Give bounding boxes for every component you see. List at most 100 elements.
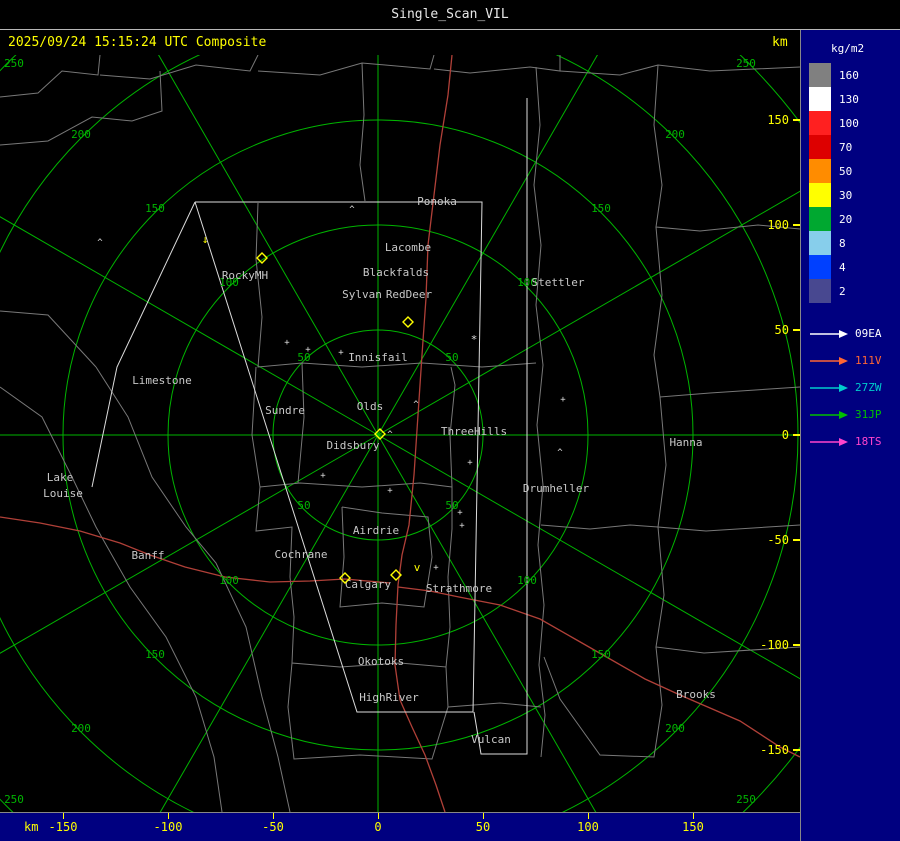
city-label: Louise bbox=[43, 487, 83, 500]
horizontal-axis-label: 0 bbox=[374, 820, 382, 834]
town-caret-marker: ^ bbox=[557, 448, 563, 458]
legend-swatch bbox=[809, 135, 831, 159]
city-label: Airdrie bbox=[353, 524, 399, 537]
legend-unit-label: kg/m2 bbox=[831, 42, 865, 55]
legend-panel: kg/m2 160 130 100 70 50 30 20 8 4 2 09EA 111V 27ZW 3… bbox=[800, 30, 900, 841]
ring-distance-label: 50 bbox=[445, 351, 458, 364]
town-plus-marker: + bbox=[387, 486, 393, 496]
radar-site-entry[interactable]: 18TS bbox=[809, 428, 882, 455]
vertical-axis-label: 150 bbox=[767, 113, 789, 127]
city-label: Sylvan bbox=[342, 288, 382, 301]
town-caret-marker: ^ bbox=[387, 430, 393, 440]
horizontal-axis: km -150 -100 -50 0 50 100 150 bbox=[0, 812, 800, 841]
legend-entry: 160 bbox=[809, 63, 859, 87]
radar-site-entry[interactable]: 31JP bbox=[809, 401, 882, 428]
town-caret-marker: ^ bbox=[413, 400, 419, 410]
radar-site-entry[interactable]: 09EA bbox=[809, 320, 882, 347]
radar-site-arrow-icon bbox=[810, 329, 848, 338]
vertical-axis-label: 50 bbox=[775, 323, 789, 337]
ring-distance-label: 100 bbox=[219, 574, 239, 587]
radar-site-id-label: 111V bbox=[855, 354, 882, 367]
highway-line bbox=[0, 516, 391, 584]
radar-site-marker bbox=[402, 316, 414, 328]
ring-distance-label: 200 bbox=[665, 722, 685, 735]
radar-site-arrow-icon bbox=[810, 437, 848, 446]
radar-map[interactable]: 50 100 150 200 250 50 100 150 200 250 50 100 150 200 2… bbox=[0, 55, 800, 812]
scan-area-outline bbox=[91, 201, 196, 488]
city-label: Ponoka bbox=[417, 195, 457, 208]
horizontal-axis-label: -50 bbox=[262, 820, 284, 834]
town-plus-marker: + bbox=[338, 348, 344, 358]
city-label: Stettler bbox=[532, 276, 585, 289]
vertical-axis-label: -150 bbox=[760, 743, 789, 757]
radar-site-id-label: 09EA bbox=[855, 327, 882, 340]
city-label: Didsbury bbox=[327, 439, 380, 452]
legend-swatch bbox=[809, 87, 831, 111]
vertical-axis-label: 0 bbox=[782, 428, 789, 442]
legend-value-label: 20 bbox=[839, 212, 853, 226]
radar-site-entry[interactable]: 27ZW bbox=[809, 374, 882, 401]
radar-site-arrow-icon bbox=[810, 383, 848, 392]
county-boundary bbox=[533, 66, 546, 758]
legend-value-label: 130 bbox=[839, 92, 859, 106]
ring-distance-label: 200 bbox=[71, 128, 91, 141]
radar-site-legend: 09EA 111V 27ZW 31JP 18TS bbox=[809, 320, 882, 455]
ring-distance-label: 100 bbox=[517, 574, 537, 587]
radar-site-id-label: 18TS bbox=[855, 435, 882, 448]
horizontal-axis-tick bbox=[378, 813, 379, 819]
ring-distance-label: 250 bbox=[4, 793, 24, 806]
radar-site-arrow-icon bbox=[810, 356, 848, 365]
ring-distance-label: 250 bbox=[736, 793, 756, 806]
city-label: Vulcan bbox=[471, 733, 511, 746]
town-star-marker: * bbox=[471, 333, 478, 346]
horizontal-axis-label: 150 bbox=[682, 820, 704, 834]
city-label: RockyMH bbox=[222, 269, 268, 282]
city-label: Cochrane bbox=[275, 548, 328, 561]
legend-swatch bbox=[809, 207, 831, 231]
county-boundary bbox=[0, 310, 97, 368]
legend-entry: 20 bbox=[809, 207, 859, 231]
city-label: Innisfail bbox=[348, 351, 408, 364]
county-boundary bbox=[657, 396, 800, 532]
town-plus-marker: + bbox=[560, 395, 566, 405]
ring-distance-label: 200 bbox=[665, 128, 685, 141]
horizontal-axis-label: 100 bbox=[577, 820, 599, 834]
legend-value-label: 2 bbox=[839, 284, 846, 298]
horizontal-axis-tick bbox=[63, 813, 64, 819]
county-boundary bbox=[653, 64, 800, 232]
horizontal-axis-tick bbox=[273, 813, 274, 819]
county-boundary bbox=[255, 202, 537, 368]
horizontal-axis-label: -150 bbox=[48, 820, 78, 834]
city-label: Hanna bbox=[669, 436, 702, 449]
legend-entry: 130 bbox=[809, 87, 859, 111]
window-titlebar[interactable]: Single_Scan_VIL bbox=[0, 0, 900, 30]
legend-value-label: 100 bbox=[839, 116, 859, 130]
county-boundary bbox=[251, 366, 453, 488]
radar-site-entry[interactable]: 111V bbox=[809, 347, 882, 374]
city-label: Drumheller bbox=[523, 482, 590, 495]
town-plus-marker: + bbox=[459, 521, 465, 531]
radar-site-arrow-icon bbox=[810, 410, 848, 419]
county-boundary bbox=[559, 64, 800, 76]
city-label: Olds bbox=[357, 400, 384, 413]
ring-distance-label: 250 bbox=[736, 57, 756, 70]
city-label: HighRiver bbox=[359, 691, 419, 704]
town-plus-marker: + bbox=[284, 338, 290, 348]
county-boundary bbox=[0, 386, 223, 812]
legend-entry: 8 bbox=[809, 231, 859, 255]
town-caret-marker: ^ bbox=[349, 205, 355, 215]
legend-swatch bbox=[809, 63, 831, 87]
ring-distance-label: 150 bbox=[145, 202, 165, 215]
county-boundary bbox=[543, 646, 663, 758]
horizontal-axis-tick bbox=[483, 813, 484, 819]
town-plus-marker: + bbox=[467, 458, 473, 468]
vil-legend: 160 130 100 70 50 30 20 8 4 2 bbox=[809, 63, 859, 303]
county-boundary bbox=[653, 226, 800, 398]
ring-distance-label: 200 bbox=[71, 722, 91, 735]
radial-line bbox=[159, 434, 379, 812]
city-label: Lake bbox=[47, 471, 74, 484]
legend-swatch bbox=[809, 255, 831, 279]
window-title: Single_Scan_VIL bbox=[391, 7, 509, 22]
town-caret-marker: ^ bbox=[97, 238, 103, 248]
ring-distance-label: 50 bbox=[297, 499, 310, 512]
